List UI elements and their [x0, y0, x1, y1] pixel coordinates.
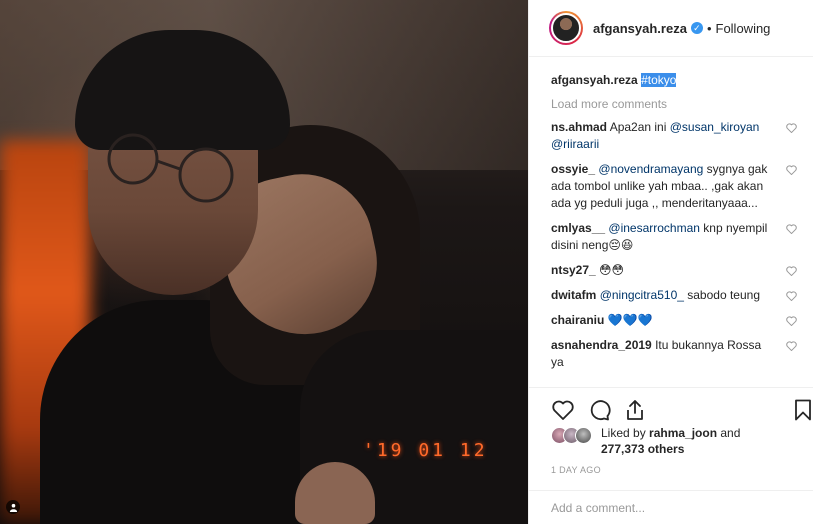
comment-item: ntsy27_ 😳😳 — [551, 262, 799, 279]
user-tag-icon[interactable] — [6, 500, 20, 514]
comment-text: 😳😳 — [599, 263, 625, 277]
author-avatar[interactable] — [549, 11, 583, 45]
comment-mention[interactable]: @novendramayang — [598, 162, 703, 176]
likes-summary: Liked by rahma_joon and 277,373 others — [551, 425, 740, 457]
photo-glasses — [107, 133, 234, 203]
caption-hashtag[interactable]: #tokyo — [641, 73, 677, 87]
likes-user-link[interactable]: rahma_joon — [649, 426, 717, 440]
comment-username[interactable]: chairaniu — [551, 313, 604, 327]
comment-icon[interactable] — [587, 398, 611, 422]
comment-like-heart-icon[interactable] — [786, 123, 797, 133]
load-more-comments-button[interactable]: Load more comments — [551, 97, 799, 111]
comment-item: ns.ahmad Apa2an ini @susan_kiroyan @riir… — [551, 119, 799, 153]
caption-username[interactable]: afgansyah.reza — [551, 73, 638, 87]
comments-list[interactable]: afgansyah.reza #tokyo Load more comments… — [551, 72, 799, 387]
comment-like-heart-icon[interactable] — [786, 341, 797, 351]
comment-like-heart-icon[interactable] — [786, 291, 797, 301]
bookmark-icon[interactable] — [791, 398, 813, 422]
comment-like-heart-icon[interactable] — [786, 266, 797, 276]
likes-suffix: and — [717, 426, 741, 440]
liker-avatar — [575, 427, 592, 444]
verified-icon: ✓ — [690, 22, 703, 34]
comment-mention[interactable]: @inesarrochman — [608, 221, 700, 235]
post-timestamp[interactable]: 1 DAY AGO — [551, 465, 601, 475]
comment-username[interactable]: asnahendra_2019 — [551, 338, 652, 352]
comment-username[interactable]: ossyie_ — [551, 162, 595, 176]
comment-username[interactable]: cmlyas__ — [551, 221, 605, 235]
user-silhouette-icon — [9, 503, 17, 512]
share-icon[interactable] — [623, 398, 647, 422]
comment-item: chairaniu 💙💙💙 — [551, 312, 799, 329]
comment-username[interactable]: dwitafm — [551, 288, 596, 302]
comment-like-heart-icon[interactable] — [786, 224, 797, 234]
comment-text: 💙💙💙 — [607, 313, 653, 327]
likes-count-link[interactable]: 277,373 others — [601, 442, 684, 456]
add-comment-bar — [529, 490, 813, 524]
comment-item: ossyie_ @novendramayang sygnya gak ada t… — [551, 161, 799, 212]
liker-avatars[interactable] — [551, 427, 601, 447]
follow-status-button[interactable]: Following — [716, 21, 771, 36]
comment-username[interactable]: ns.ahmad — [551, 120, 607, 134]
likes-text: Liked by rahma_joon and 277,373 others — [601, 425, 740, 457]
post-photo[interactable]: '19 01 12 — [0, 0, 528, 524]
comment-like-heart-icon[interactable] — [786, 316, 797, 326]
comment-text: Apa2an ini — [609, 120, 670, 134]
post-side-panel: afgansyah.reza ✓ • Following afgansyah.r… — [528, 0, 813, 524]
likes-prefix: Liked by — [601, 426, 650, 440]
comment-text: sabodo teung — [683, 288, 760, 302]
comment-like-heart-icon[interactable] — [786, 165, 797, 175]
comment-item: cmlyas__ @inesarrochman knp nyempil disi… — [551, 220, 799, 254]
heart-icon[interactable] — [551, 398, 575, 422]
post-header: afgansyah.reza ✓ • Following — [529, 0, 813, 57]
comment-mention[interactable]: @ningcitra510_ — [600, 288, 684, 302]
avatar-image — [551, 13, 581, 43]
header-separator: • — [706, 20, 712, 36]
comment-item: dwitafm @ningcitra510_ sabodo teung — [551, 287, 799, 304]
comment-username[interactable]: ntsy27_ — [551, 263, 596, 277]
caption: afgansyah.reza #tokyo — [551, 72, 799, 89]
author-username[interactable]: afgansyah.reza — [593, 21, 687, 36]
instagram-post-modal: '19 01 12 afgansyah.reza ✓ • Following a… — [0, 0, 813, 524]
photo-datestamp: '19 01 12 — [363, 440, 488, 461]
comment-item: asnahendra_2019 Itu bukannya Rossa ya — [551, 337, 799, 371]
add-comment-input[interactable] — [551, 500, 751, 515]
